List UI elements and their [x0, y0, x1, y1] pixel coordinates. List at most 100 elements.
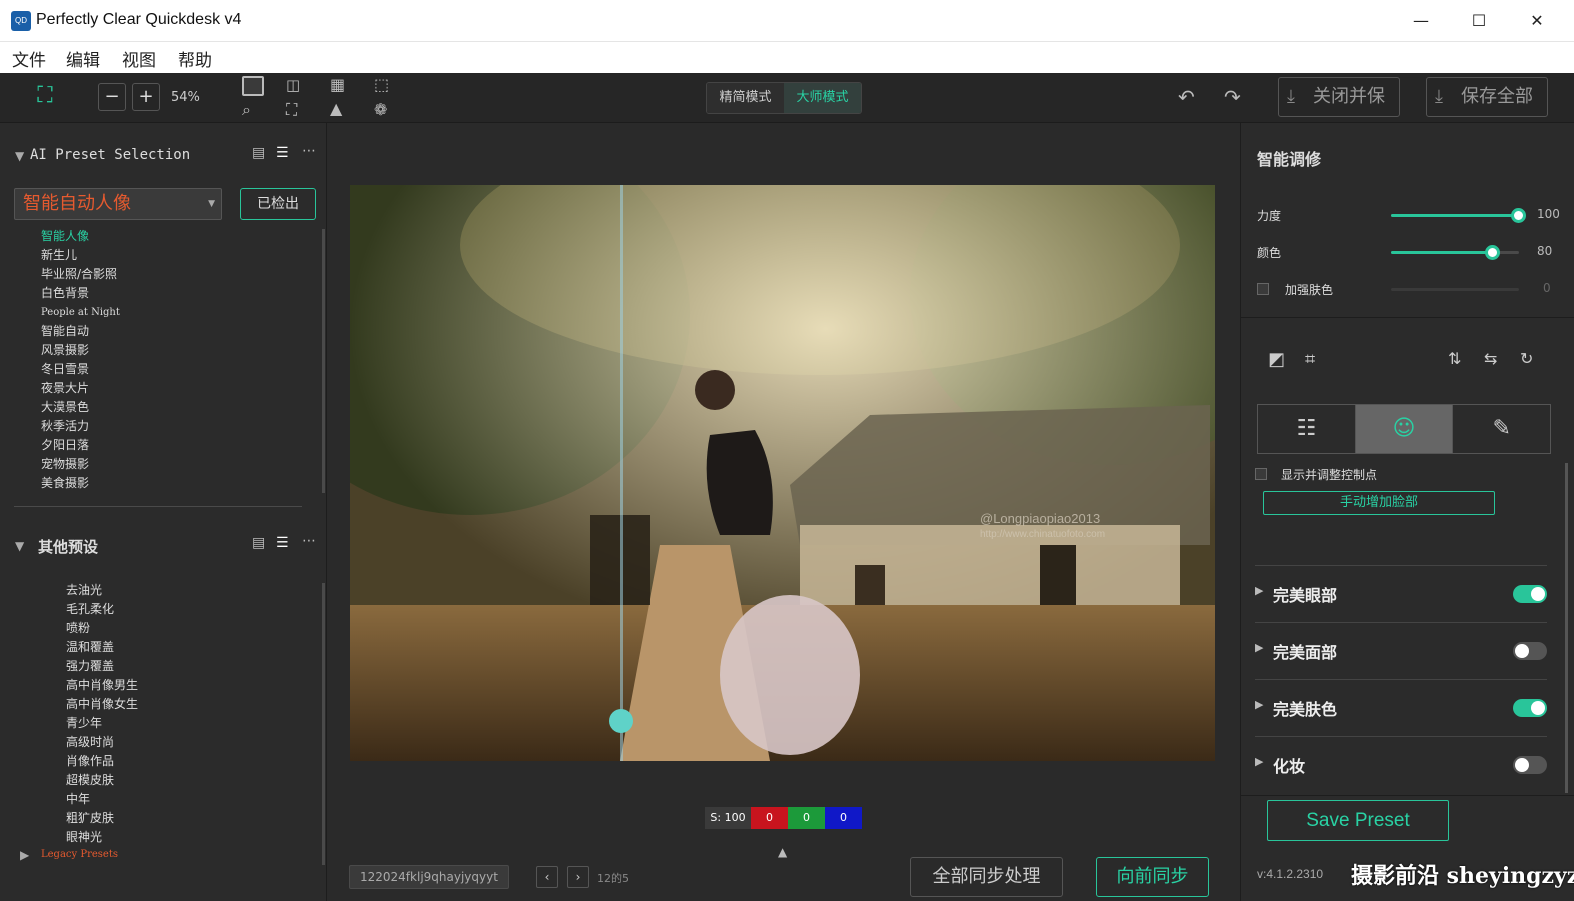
prev-image-button[interactable]: ‹	[536, 866, 558, 888]
curves-icon[interactable]: ◩	[1268, 349, 1285, 370]
list-item[interactable]: 肖像作品	[66, 752, 138, 771]
list-item[interactable]: 毕业照/合影照	[41, 265, 120, 284]
flip-vertical-icon[interactable]: ⇅	[1448, 349, 1461, 368]
list-item[interactable]: 大漠景色	[41, 398, 120, 417]
list-item[interactable]: 眼神光	[66, 828, 138, 847]
legacy-presets-link[interactable]: Legacy Presets	[41, 849, 118, 860]
palette-icon[interactable]: ❁	[374, 100, 387, 119]
skin-toggle[interactable]	[1513, 699, 1547, 717]
strength-slider[interactable]	[1391, 208, 1526, 223]
sync-all-button[interactable]: 全部同步处理	[910, 857, 1063, 897]
makeup-toggle[interactable]	[1513, 756, 1547, 774]
rotate-icon[interactable]: ↻	[1520, 349, 1533, 368]
split-view-icon[interactable]: ◫	[286, 76, 300, 94]
list-item[interactable]: 粗犷皮肤	[66, 809, 138, 828]
zoom-out-button[interactable]: −	[98, 83, 126, 111]
list-item[interactable]: 去油光	[66, 581, 138, 600]
close-button[interactable]: ✕	[1514, 0, 1560, 42]
list-item[interactable]: 新生儿	[41, 246, 120, 265]
list-item[interactable]: 白色背景	[41, 284, 120, 303]
enhance-skin-checkbox[interactable]	[1257, 283, 1269, 295]
list-item[interactable]: 中年	[66, 790, 138, 809]
strength-knob[interactable]	[1511, 208, 1526, 223]
list-item[interactable]: 冬日雪景	[41, 360, 120, 379]
photo-preview[interactable]: @Longpiaopiao2013 http://www.chinatuofot…	[350, 185, 1215, 761]
mode-master-tab[interactable]: 大师模式	[784, 83, 861, 113]
list-item[interactable]: 高级时尚	[66, 733, 138, 752]
list-view-icon[interactable]: ☰	[276, 145, 289, 161]
feature-row-skin[interactable]: ▶ 完美肤色	[1255, 679, 1547, 736]
grid-view-icon[interactable]: ▦	[330, 75, 345, 94]
scrollbar[interactable]	[1565, 463, 1568, 793]
manual-add-face-button[interactable]: 手动增加脸部	[1263, 491, 1495, 515]
fullscreen-icon[interactable]: ⛶	[286, 100, 297, 120]
list-item[interactable]: 智能人像	[41, 227, 120, 246]
collapse-triangle-icon[interactable]: ▼	[15, 149, 24, 163]
list-item[interactable]: 高中肖像女生	[66, 695, 138, 714]
list-item[interactable]: 青少年	[66, 714, 138, 733]
feature-row-face[interactable]: ▶ 完美面部	[1255, 622, 1547, 679]
save-preset-button[interactable]: Save Preset	[1267, 800, 1449, 841]
list-item[interactable]: 喷粉	[66, 619, 138, 638]
maximize-button[interactable]: ☐	[1456, 0, 1502, 42]
scrollbar[interactable]	[322, 229, 325, 493]
face-detect-icon[interactable]: ⌕	[242, 100, 251, 120]
expand-triangle-icon[interactable]: ▶	[20, 848, 29, 862]
mode-simple-tab[interactable]: 精简模式	[707, 83, 784, 113]
close-and-save-button[interactable]: ⤓ 关闭并保	[1278, 77, 1400, 117]
list-item[interactable]: 风景摄影	[41, 341, 120, 360]
list-item[interactable]: 高中肖像男生	[66, 676, 138, 695]
list-item[interactable]: 秋季活力	[41, 417, 120, 436]
menu-view[interactable]: 视图	[122, 46, 156, 71]
face-toggle[interactable]	[1513, 642, 1547, 660]
redo-icon[interactable]: ↷	[1224, 85, 1241, 109]
color-slider[interactable]	[1391, 245, 1519, 260]
warning-icon[interactable]: ▲	[330, 99, 342, 118]
sync-forward-button[interactable]: 向前同步	[1096, 857, 1209, 897]
tab-creative-icon[interactable]: ✎	[1453, 405, 1550, 453]
next-image-button[interactable]: ›	[567, 866, 589, 888]
list-item[interactable]: 夜景大片	[41, 379, 120, 398]
zoom-in-button[interactable]: +	[132, 83, 160, 111]
list-item[interactable]: People at Night	[41, 303, 120, 322]
minimize-button[interactable]: —	[1398, 0, 1444, 42]
menu-help[interactable]: 帮助	[178, 46, 212, 71]
list-item[interactable]: 温和覆盖	[66, 638, 138, 657]
crop-select-icon[interactable]: ⬚	[374, 75, 389, 94]
crop-icon[interactable]: ⌗	[1305, 349, 1315, 370]
toggle-dot	[1531, 701, 1545, 715]
list-item[interactable]: 超模皮肤	[66, 771, 138, 790]
eyes-toggle[interactable]	[1513, 585, 1547, 603]
list-item[interactable]: 夕阳日落	[41, 436, 120, 455]
more-icon[interactable]: ⋯	[302, 143, 316, 159]
color-knob[interactable]	[1485, 245, 1501, 260]
enhance-skin-slider[interactable]	[1391, 288, 1519, 291]
tile-view-icon[interactable]: ▤	[252, 145, 265, 161]
list-item[interactable]: 智能自动	[41, 322, 120, 341]
fit-screen-icon[interactable]: ⛶	[34, 85, 56, 107]
menu-file[interactable]: 文件	[12, 46, 46, 71]
undo-icon[interactable]: ↶	[1178, 85, 1195, 109]
show-points-checkbox[interactable]	[1255, 468, 1267, 480]
expand-up-icon[interactable]: ▲	[778, 845, 787, 859]
more-icon[interactable]: ⋯	[302, 533, 316, 549]
feature-row-eyes[interactable]: ▶ 完美眼部	[1255, 565, 1547, 622]
menu-edit[interactable]: 编辑	[66, 46, 100, 71]
tile-view-icon[interactable]: ▤	[252, 535, 265, 551]
filename-dropdown[interactable]: 122024fklj9qhayjyqyyt	[349, 865, 509, 889]
save-all-button[interactable]: ⤓ 保存全部	[1426, 77, 1548, 117]
feature-row-makeup[interactable]: ▶ 化妆	[1255, 736, 1547, 793]
tab-sliders-icon[interactable]: ☷	[1258, 405, 1356, 453]
list-item[interactable]: 美食摄影	[41, 474, 120, 493]
flip-horizontal-icon[interactable]: ⇆	[1484, 349, 1497, 368]
single-view-icon[interactable]	[242, 76, 264, 96]
list-view-icon[interactable]: ☰	[276, 535, 289, 551]
list-item[interactable]: 毛孔柔化	[66, 600, 138, 619]
tab-face-icon[interactable]: ☺	[1355, 405, 1454, 453]
scrollbar[interactable]	[322, 583, 325, 865]
preset-select[interactable]: 智能自动人像 ▼	[14, 188, 222, 220]
detected-button[interactable]: 已检出	[240, 188, 316, 220]
list-item[interactable]: 宠物摄影	[41, 455, 120, 474]
list-item[interactable]: 强力覆盖	[66, 657, 138, 676]
collapse-triangle-icon[interactable]: ▼	[15, 539, 24, 553]
